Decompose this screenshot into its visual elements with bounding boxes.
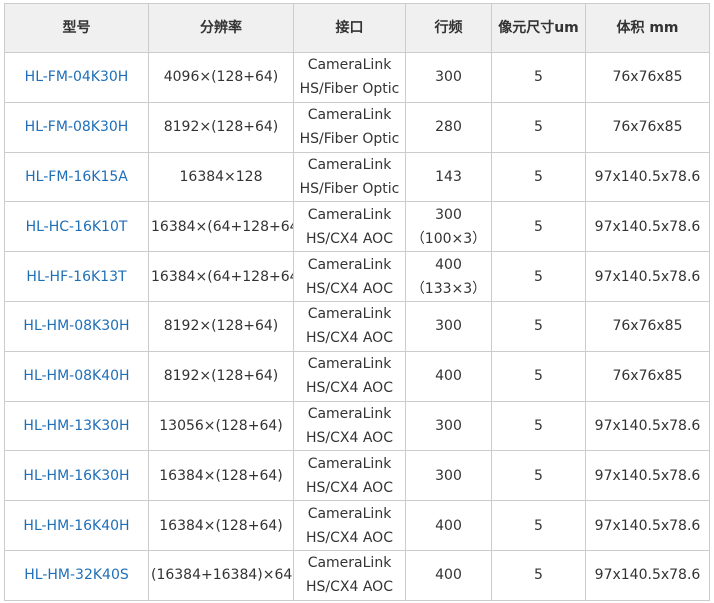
model-cell[interactable]: HL-HM-08K40H [4,350,149,402]
line-rate-cell: 300（100×3） [405,201,492,253]
volume-cell: 76x76x85 [585,101,710,153]
header-interface: 接口 [293,3,406,53]
resolution-cell: (16384+16384)×64 [148,549,294,601]
line-rate-cell: 300 [405,52,492,103]
volume-cell: 97x140.5x78.6 [585,151,710,203]
volume-cell: 97x140.5x78.6 [585,400,710,452]
model-cell[interactable]: HL-FM-16K15A [4,151,149,203]
pixel-size-cell: 5 [491,300,586,352]
pixel-size-cell: 5 [491,400,586,452]
interface-cell: CameraLink HS/CX4 AOC [293,350,406,402]
resolution-cell: 13056×(128+64) [148,400,294,452]
table-row: HL-HM-08K30H 8192×(128+64) CameraLink HS/C… [4,300,710,352]
model-cell[interactable]: HL-HM-16K40H [4,500,149,551]
table-header: 型号 分辨率 接口 行频 像元尺寸um 体积 mm [4,3,710,53]
line-rate-cell: 400 [405,549,492,601]
table-body: HL-FM-04K30H 4096×(128+64) CameraLink HS/F… [4,52,710,601]
line-rate-cell: 400 [405,500,492,551]
table-row: HL-HM-32K40S (16384+16384)×64 CameraLink H… [4,549,710,601]
interface-cell: CameraLink HS/CX4 AOC [293,500,406,551]
pixel-size-cell: 5 [491,549,586,601]
header-pixel-size: 像元尺寸um [491,3,586,53]
header-resolution: 分辨率 [148,3,294,53]
interface-cell: CameraLink HS/CX4 AOC [293,400,406,452]
pixel-size-cell: 5 [491,500,586,551]
table-row: HL-HC-16K10T 16384×(64+128+64) CameraLink … [4,201,710,253]
line-rate-cell: 300 [405,400,492,452]
resolution-cell: 16384×128 [148,151,294,203]
pixel-size-cell: 5 [491,101,586,153]
resolution-cell: 8192×(128+64) [148,101,294,153]
model-cell[interactable]: HL-HF-16K13T [4,251,149,302]
pixel-size-cell: 5 [491,201,586,253]
pixel-size-cell: 5 [491,450,586,502]
spec-table: 型号 分辨率 接口 行频 像元尺寸um 体积 mm HL-FM-04K30H 40… [4,3,710,601]
table-row: HL-HF-16K13T 16384×(64+128+64) CameraLink … [4,251,710,302]
header-volume: 体积 mm [585,3,710,53]
resolution-cell: 4096×(128+64) [148,52,294,103]
line-rate-cell: 143 [405,151,492,203]
interface-cell: CameraLink HS/CX4 AOC [293,300,406,352]
volume-cell: 97x140.5x78.6 [585,549,710,601]
interface-cell: CameraLink HS/CX4 AOC [293,251,406,302]
resolution-cell: 16384×(64+128+64) [148,201,294,253]
line-rate-cell: 280 [405,101,492,153]
resolution-cell: 16384×(128+64) [148,450,294,502]
interface-cell: CameraLink HS/Fiber Optic [293,101,406,153]
line-rate-cell: 300 [405,450,492,502]
table-row: HL-FM-04K30H 4096×(128+64) CameraLink HS/F… [4,52,710,103]
resolution-cell: 8192×(128+64) [148,300,294,352]
table-row: HL-HM-08K40H 8192×(128+64) CameraLink HS/C… [4,350,710,402]
model-cell[interactable]: HL-HC-16K10T [4,201,149,253]
volume-cell: 97x140.5x78.6 [585,251,710,302]
model-cell[interactable]: HL-FM-04K30H [4,52,149,103]
interface-cell: CameraLink HS/Fiber Optic [293,52,406,103]
table-row: HL-HM-16K40H 16384×(128+64) CameraLink HS/… [4,500,710,551]
volume-cell: 76x76x85 [585,350,710,402]
model-cell[interactable]: HL-HM-32K40S [4,549,149,601]
header-row: 型号 分辨率 接口 行频 像元尺寸um 体积 mm [4,3,710,53]
pixel-size-cell: 5 [491,251,586,302]
interface-cell: CameraLink HS/CX4 AOC [293,201,406,253]
interface-cell: CameraLink HS/CX4 AOC [293,450,406,502]
pixel-size-cell: 5 [491,151,586,203]
volume-cell: 97x140.5x78.6 [585,201,710,253]
resolution-cell: 16384×(64+128+64) [148,251,294,302]
volume-cell: 97x140.5x78.6 [585,450,710,502]
table-row: HL-HM-13K30H 13056×(128+64) CameraLink HS/… [4,400,710,452]
volume-cell: 76x76x85 [585,300,710,352]
model-cell[interactable]: HL-HM-08K30H [4,300,149,352]
line-rate-cell: 400（133×3） [405,251,492,302]
volume-cell: 97x140.5x78.6 [585,500,710,551]
line-rate-cell: 300 [405,300,492,352]
resolution-cell: 16384×(128+64) [148,500,294,551]
pixel-size-cell: 5 [491,350,586,402]
model-cell[interactable]: HL-FM-08K30H [4,101,149,153]
line-rate-cell: 400 [405,350,492,402]
pixel-size-cell: 5 [491,52,586,103]
header-model: 型号 [4,3,149,53]
resolution-cell: 8192×(128+64) [148,350,294,402]
table-row: HL-HM-16K30H 16384×(128+64) CameraLink HS/… [4,450,710,502]
header-line-rate: 行频 [405,3,492,53]
interface-cell: CameraLink HS/Fiber Optic [293,151,406,203]
model-cell[interactable]: HL-HM-16K30H [4,450,149,502]
table-row: HL-FM-08K30H 8192×(128+64) CameraLink HS/F… [4,101,710,153]
table-row: HL-FM-16K15A 16384×128 CameraLink HS/Fiber… [4,151,710,203]
volume-cell: 76x76x85 [585,52,710,103]
model-cell[interactable]: HL-HM-13K30H [4,400,149,452]
interface-cell: CameraLink HS/CX4 AOC [293,549,406,601]
